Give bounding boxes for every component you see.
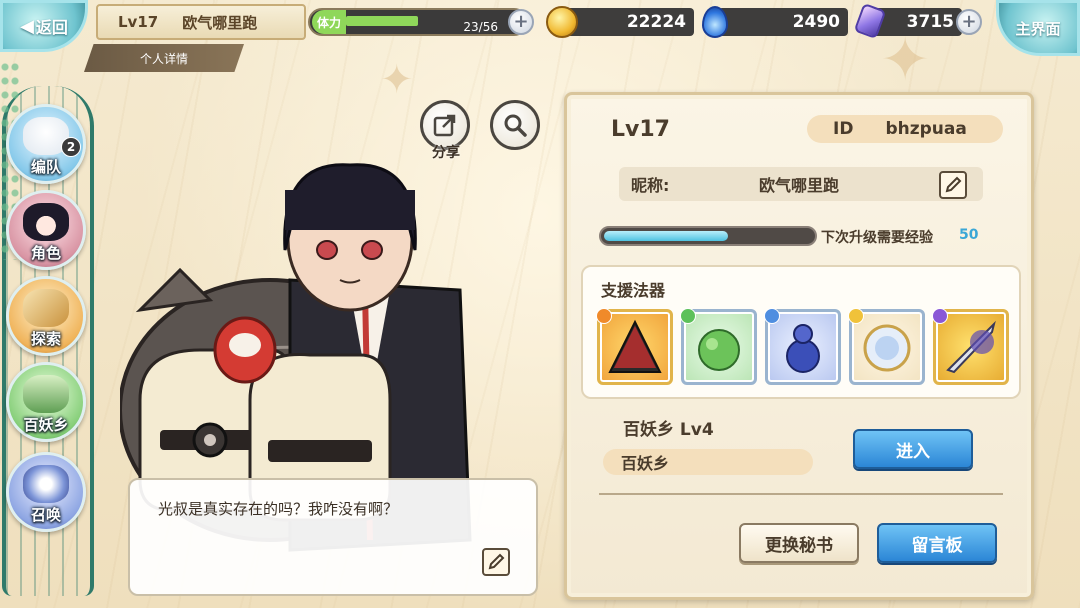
exp-progress-fill — [604, 231, 728, 241]
message-board-button[interactable]: 留言板 — [877, 523, 997, 563]
zoom-button[interactable] — [490, 100, 540, 150]
village-tag: 百妖乡 — [603, 449, 813, 475]
gourd-bottle-artifact-icon — [786, 324, 820, 373]
gem-value: 3715 — [906, 12, 954, 32]
stamina-fill — [346, 16, 418, 26]
leaf-bundle-artifact-icon — [698, 329, 740, 371]
artifact-slot-1[interactable] — [596, 308, 673, 385]
blue-flame-icon — [702, 6, 728, 38]
magnifier-icon — [504, 114, 527, 137]
mirror-orb-artifact-icon — [863, 324, 911, 372]
dialog-text: 光叔是真实存在的吗？我咋没有啊？ — [158, 500, 399, 518]
gold-coin-icon — [546, 6, 578, 38]
artifact-slot-4[interactable] — [848, 308, 925, 385]
team-badge: 2 — [61, 137, 81, 157]
sidebar-item-characters[interactable]: 角色 — [6, 190, 86, 270]
fire-element-icon — [596, 308, 612, 324]
sidebar-item-label: 编队 — [30, 158, 61, 176]
profile-id-label: ID — [833, 119, 854, 139]
flame-counter: 2490 — [718, 8, 848, 36]
pencil-icon — [945, 176, 962, 193]
enter-button-label: 进入 — [896, 441, 930, 462]
profile-panel: Lv17 ID bhzpuaa 昵称: 欧气哪里跑 下次升级需要经验 50 支援… — [564, 92, 1034, 600]
water-element-icon — [764, 308, 780, 324]
artifact-slot-2[interactable] — [680, 308, 757, 385]
sidebar-item-team[interactable]: 2 编队 — [6, 104, 86, 184]
artifact-slot-5[interactable] — [932, 308, 1009, 385]
sidebar-item-label: 探索 — [30, 330, 61, 348]
profile-id-value: bhzpuaa — [885, 119, 967, 139]
sidebar-item-label: 角色 — [30, 244, 61, 262]
artifacts-title: 支援法器 — [601, 281, 666, 300]
exp-progress-bar — [599, 226, 817, 246]
home-button-label: 主界面 — [1015, 19, 1061, 38]
character-icon — [23, 203, 69, 241]
nickname-field: 昵称: 欧气哪里跑 — [619, 167, 983, 201]
summon-swirl-icon — [23, 465, 69, 503]
exp-label: 下次升级需要经验 — [821, 230, 933, 246]
sword-artifact-icon — [946, 320, 996, 374]
nickname-label: 昵称: — [631, 176, 670, 195]
exp-value: 50 — [959, 227, 979, 243]
artifact-slot-3[interactable] — [764, 308, 841, 385]
add-gem-button[interactable]: + — [956, 9, 982, 35]
back-button-label: 返回 — [35, 18, 68, 37]
sidebar-item-village[interactable]: 百妖乡 — [6, 362, 86, 442]
tab-personal-details-label: 个人详情 — [139, 51, 188, 66]
add-stamina-button[interactable]: + — [508, 9, 534, 35]
profile-id: ID bhzpuaa — [807, 115, 1003, 143]
share-icon — [433, 114, 456, 137]
gold-value: 22224 — [626, 12, 686, 32]
message-board-label: 留言板 — [911, 535, 963, 556]
player-tag: Lv17 欧气哪里跑 — [96, 4, 306, 40]
stamina-value: 23/56 — [463, 20, 498, 34]
nickname-value: 欧气哪里跑 — [759, 176, 840, 195]
sparkle-decoration: ✦ — [380, 57, 414, 103]
gold-counter: 22224 — [560, 8, 694, 36]
edit-nickname-button[interactable] — [939, 171, 967, 199]
profile-level: Lv17 — [611, 117, 670, 142]
panel-divider — [599, 493, 1003, 495]
village-house-icon — [23, 375, 69, 413]
player-name: 欧气哪里跑 — [182, 13, 258, 32]
support-artifacts-box: 支援法器 — [581, 265, 1021, 399]
change-secretary-label: 更换秘书 — [765, 535, 833, 556]
wind-element-icon — [680, 308, 696, 324]
pencil-icon — [488, 553, 505, 570]
enter-village-button[interactable]: 进入 — [853, 429, 973, 469]
sidebar-item-summon[interactable]: 召唤 — [6, 452, 86, 532]
sparkle-decoration: ✦ — [880, 25, 931, 95]
scroll-icon — [23, 289, 69, 327]
player-level: Lv17 — [118, 13, 159, 31]
sidebar-item-label: 召唤 — [30, 506, 61, 524]
dialog-box: 光叔是真实存在的吗？我咋没有啊？ — [128, 478, 538, 596]
village-title: 百妖乡 Lv4 — [623, 420, 714, 440]
light-element-icon — [848, 308, 864, 324]
stamina-bar: 体力 23/56 — [308, 8, 528, 36]
edit-dialog-button[interactable] — [482, 548, 510, 576]
tab-personal-details[interactable]: 个人详情 — [84, 44, 244, 72]
flame-value: 2490 — [792, 12, 840, 32]
stamina-label: 体力 — [312, 10, 346, 34]
sidebar-item-explore[interactable]: 探索 — [6, 276, 86, 356]
back-arrow-icon: ◀ — [20, 15, 34, 37]
change-secretary-button[interactable]: 更换秘书 — [739, 523, 859, 563]
dark-element-icon — [932, 308, 948, 324]
folding-fan-artifact-icon — [608, 319, 662, 373]
sidebar-item-label: 百妖乡 — [23, 416, 69, 434]
